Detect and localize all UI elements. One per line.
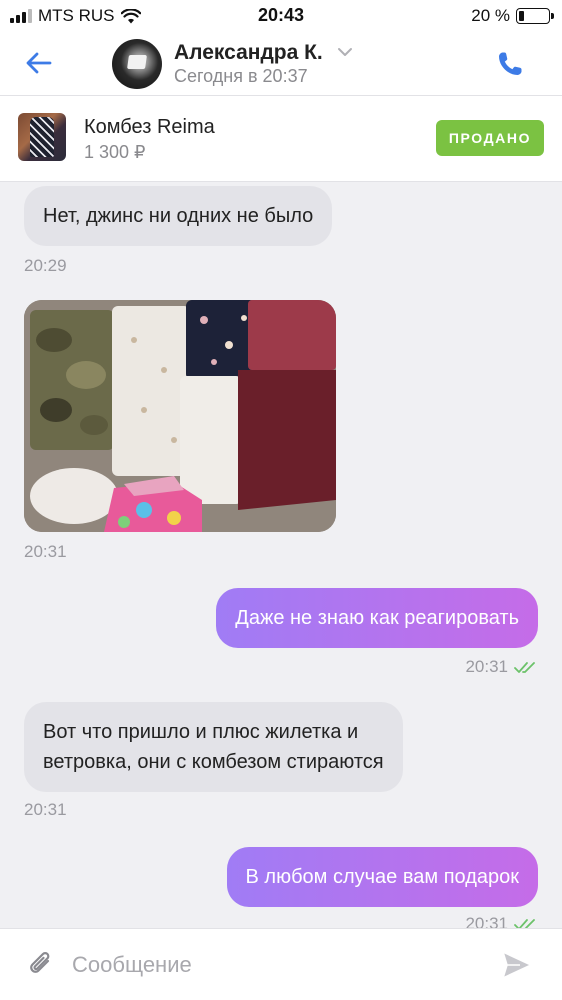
back-arrow-icon[interactable]	[22, 46, 56, 80]
listing-banner[interactable]: Комбез Reima 1 300 ₽ ПРОДАНО	[0, 96, 562, 182]
message-composer	[0, 928, 562, 1000]
contact-name[interactable]: Александра К.	[174, 41, 323, 65]
message-bubble-incoming[interactable]: Нет, джинс ни одних не было	[24, 186, 333, 246]
clothing-pile-photo	[24, 300, 336, 532]
listing-thumbnail[interactable]	[18, 113, 66, 161]
message-time: 20:31	[24, 800, 67, 819]
battery-percent: 20 %	[471, 6, 510, 25]
contact-last-seen: Сегодня в 20:37	[174, 66, 308, 86]
listing-title: Комбез Reima	[84, 116, 215, 138]
chat-header: Александра К. Сегодня в 20:37	[0, 32, 562, 96]
message-bubble-outgoing[interactable]: Даже не знаю как реагировать	[216, 588, 538, 648]
message-input[interactable]	[72, 945, 472, 985]
message-photo[interactable]	[24, 300, 336, 532]
listing-price: 1 300 ₽	[84, 142, 146, 162]
message-meta: 20:31	[465, 657, 538, 677]
message-line: Вот что пришло и плюс жилетка и	[43, 721, 359, 743]
message-bubble-incoming[interactable]: Вот что пришло и плюс жилетка и ветровка…	[24, 702, 403, 792]
send-icon[interactable]	[500, 949, 534, 981]
message-time: 20:31	[24, 542, 67, 561]
message-time: 20:31	[465, 914, 508, 928]
message-time: 20:29	[24, 256, 67, 275]
phone-icon[interactable]	[494, 48, 526, 80]
message-line: ветровка, они с комбезом стираются	[43, 751, 384, 773]
battery-icon	[516, 8, 554, 24]
message-meta: 20:31	[465, 914, 538, 928]
status-bar: MTS RUS 20:43 20 %	[0, 0, 562, 32]
double-check-icon	[514, 918, 535, 928]
avatar[interactable]	[112, 39, 162, 89]
message-list[interactable]: Нет, джинс ни одних не было 20:29 20:31 …	[0, 182, 562, 928]
chat-screen: MTS RUS 20:43 20 % Александра К. Сегодня…	[0, 0, 562, 1000]
status-right: 20 %	[471, 6, 554, 26]
double-check-icon	[514, 661, 535, 673]
chevron-down-icon[interactable]	[337, 44, 353, 60]
paperclip-icon[interactable]	[26, 949, 56, 981]
message-time: 20:31	[465, 657, 508, 676]
message-bubble-outgoing[interactable]: В любом случае вам подарок	[226, 847, 538, 907]
sold-badge: ПРОДАНО	[436, 120, 544, 156]
battery-level	[519, 11, 525, 21]
